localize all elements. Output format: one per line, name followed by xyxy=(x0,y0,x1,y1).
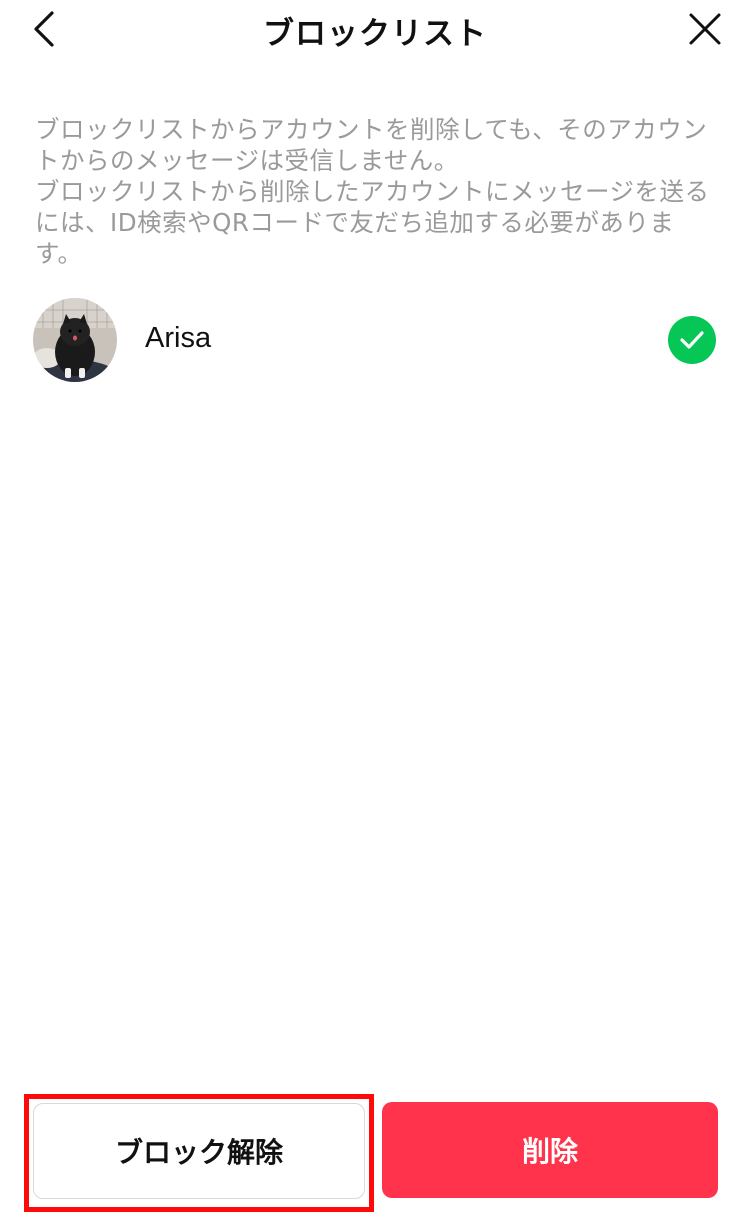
delete-button[interactable]: 削除 xyxy=(382,1102,718,1198)
blocked-user-row[interactable]: Arisa xyxy=(0,296,750,386)
user-name: Arisa xyxy=(145,322,212,354)
footer-actions: ブロック解除 削除 xyxy=(0,1094,750,1214)
close-icon xyxy=(689,13,721,45)
check-icon xyxy=(680,331,704,349)
dog-avatar-icon xyxy=(33,298,117,382)
page-title: ブロックリスト xyxy=(263,16,487,52)
close-button[interactable] xyxy=(682,6,728,52)
description-text: ブロックリストからアカウントを削除しても、そのアカウントからのメッセージは受信し… xyxy=(35,114,715,269)
header-bar: ブロックリスト xyxy=(0,0,750,60)
selected-checkbox[interactable] xyxy=(668,316,716,364)
description-paragraph-2: ブロックリストから削除したアカウントにメッセージを送るには、ID検索やQRコード… xyxy=(35,177,710,268)
avatar xyxy=(33,298,117,382)
unblock-button[interactable]: ブロック解除 xyxy=(33,1103,365,1199)
description-paragraph-1: ブロックリストからアカウントを削除しても、そのアカウントからのメッセージは受信し… xyxy=(35,115,708,175)
